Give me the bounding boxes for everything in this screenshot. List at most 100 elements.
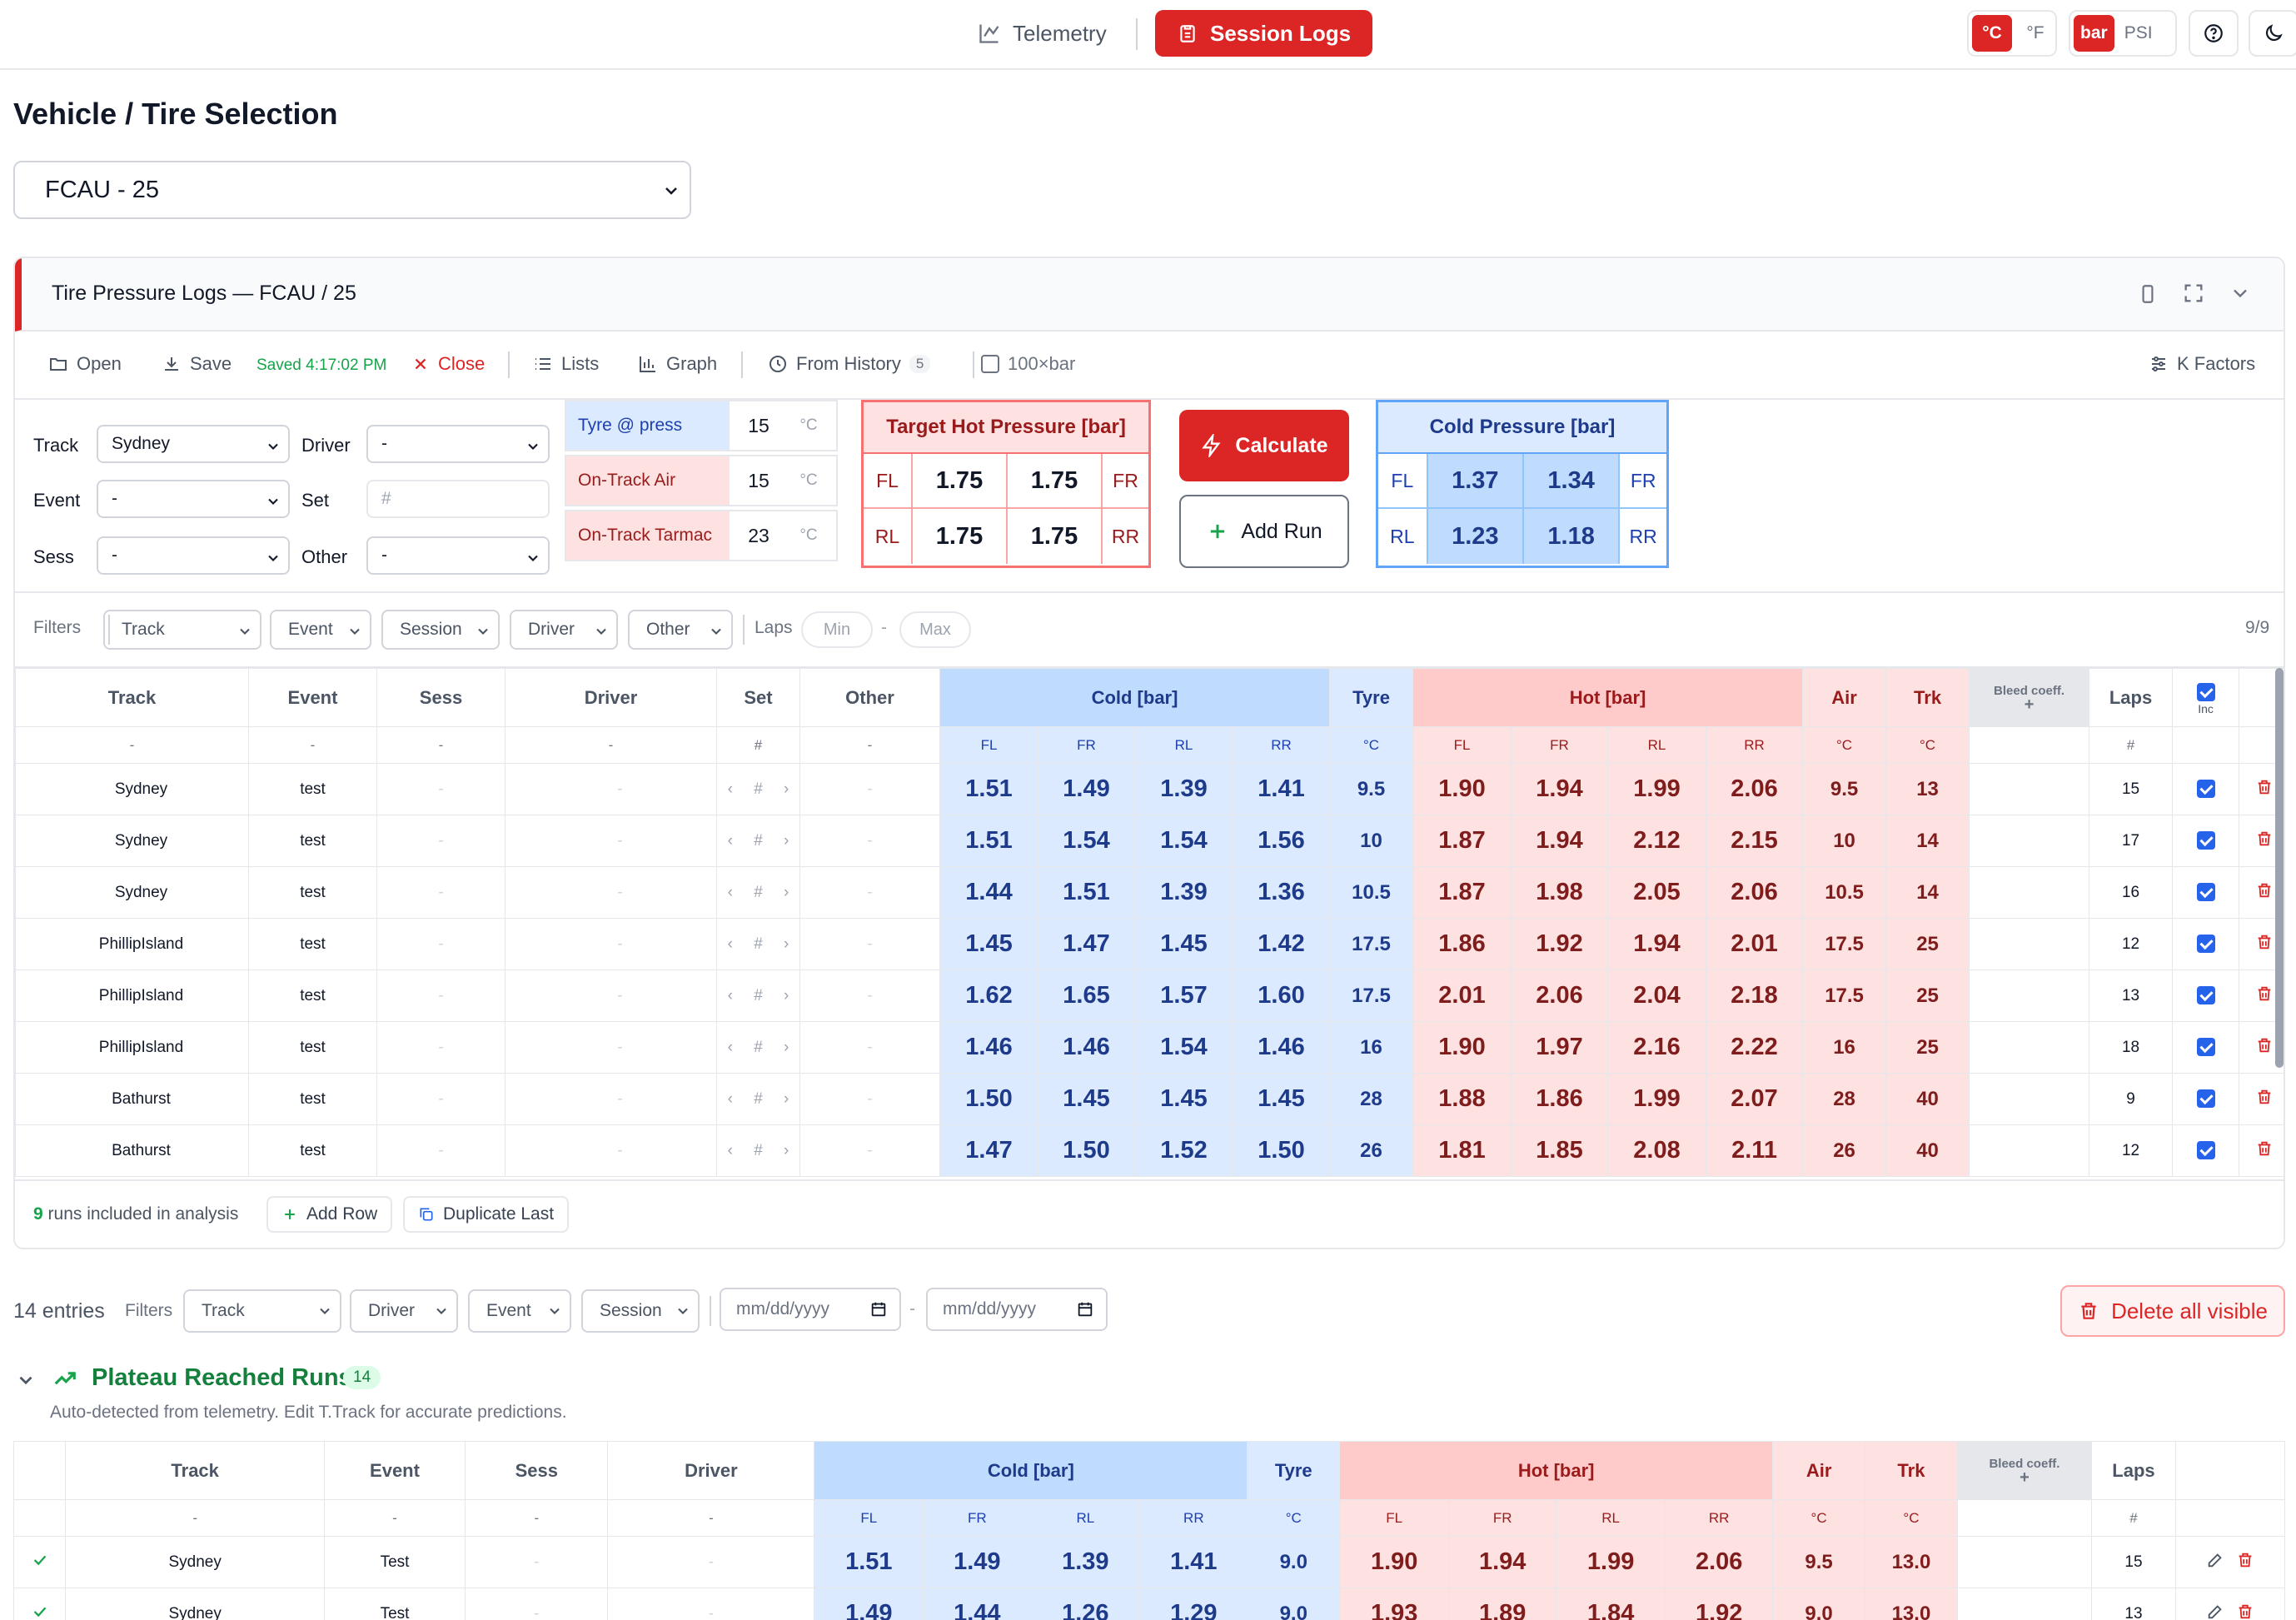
trash-icon[interactable]: [2255, 1036, 2274, 1054]
filter-driver-select[interactable]: Driver: [510, 610, 618, 650]
on-track-air-field[interactable]: On-Track Air 15 °C: [565, 455, 838, 506]
cell-cold-fl[interactable]: 1.50: [939, 1073, 1038, 1125]
cell-hot-rl[interactable]: 2.08: [1607, 1124, 1707, 1177]
cell-hot-rr[interactable]: 2.11: [1706, 1124, 1804, 1177]
cell-bleed[interactable]: [1969, 866, 2090, 919]
cell-hot-fr[interactable]: 1.86: [1511, 1073, 1609, 1125]
col-driver[interactable]: Driver: [505, 668, 717, 727]
from-history-button[interactable]: From History 5: [768, 353, 931, 375]
col-event[interactable]: Event: [248, 668, 377, 727]
cell-tyre[interactable]: 17.5: [1329, 970, 1414, 1022]
cell-trk[interactable]: 25: [1885, 918, 1970, 970]
plateau-col-bleed[interactable]: Bleed coeff. +: [1956, 1441, 2093, 1500]
mobile-view-icon[interactable]: [2137, 282, 2159, 307]
cell-hot-rl[interactable]: 2.05: [1607, 866, 1707, 919]
cell-event[interactable]: test: [248, 1073, 377, 1125]
close-button[interactable]: Close: [411, 353, 485, 375]
cell-cold-rr[interactable]: 1.41: [1232, 763, 1331, 815]
cell-tyre[interactable]: 16: [1329, 1021, 1414, 1074]
cell-air[interactable]: 10.5: [1802, 866, 1887, 919]
tab-telemetry[interactable]: Telemetry: [956, 10, 1128, 57]
cell-include[interactable]: [2172, 1124, 2240, 1177]
chevron-left-icon[interactable]: ‹: [728, 1039, 733, 1057]
col-laps[interactable]: Laps: [2089, 668, 2174, 727]
cell-track[interactable]: Bathurst: [15, 1124, 249, 1177]
cell-tyre[interactable]: 17.5: [1329, 918, 1414, 970]
chevron-right-icon[interactable]: ›: [784, 780, 789, 799]
cell-cold-rl[interactable]: 1.57: [1134, 970, 1233, 1022]
k-factors-button[interactable]: K Factors: [2149, 353, 2255, 375]
chevron-left-icon[interactable]: ‹: [728, 832, 733, 850]
cell-tyre[interactable]: 26: [1329, 1124, 1414, 1177]
on-track-air-value[interactable]: 15: [730, 470, 788, 492]
cell-hot-rl[interactable]: 1.94: [1607, 918, 1707, 970]
cell-hot-fl[interactable]: 1.90: [1412, 763, 1512, 815]
expand-icon[interactable]: [2182, 282, 2205, 305]
trash-icon[interactable]: [2236, 1603, 2254, 1620]
set-value[interactable]: #: [754, 1039, 763, 1057]
table-row[interactable]: PhillipIsland test - - ‹ # › -1.62 1.65 1.57 1.60 1…: [15, 970, 2284, 1022]
cell-driver[interactable]: -: [505, 763, 717, 815]
cell-air[interactable]: 17.5: [1802, 918, 1887, 970]
cell-track[interactable]: PhillipIsland: [15, 918, 249, 970]
cell-driver[interactable]: -: [505, 1021, 717, 1074]
cell-hot-fr[interactable]: 2.06: [1511, 970, 1609, 1022]
set-value[interactable]: #: [754, 1142, 763, 1160]
cell-hot-rr[interactable]: 2.06: [1706, 866, 1804, 919]
set-value[interactable]: #: [754, 884, 763, 902]
cell-cold-rl[interactable]: 1.39: [1134, 866, 1233, 919]
cell-trk[interactable]: 40: [1885, 1124, 1970, 1177]
cell-track[interactable]: Sydney: [15, 815, 249, 867]
set-value[interactable]: #: [754, 987, 763, 1005]
cell-air[interactable]: 28: [1802, 1073, 1887, 1125]
cell-cold-rr[interactable]: 1.46: [1232, 1021, 1331, 1074]
cell-cold-rr[interactable]: 1.45: [1232, 1073, 1331, 1125]
other-select[interactable]: -: [366, 536, 550, 575]
cell-cold-fl[interactable]: 1.51: [939, 763, 1038, 815]
cell-hot-rl[interactable]: 2.12: [1607, 815, 1707, 867]
trash-icon[interactable]: [2255, 984, 2274, 1003]
cell-laps[interactable]: 17: [2089, 815, 2174, 867]
cell-set[interactable]: ‹ # ›: [716, 815, 800, 867]
cell-other[interactable]: -: [799, 763, 940, 815]
target-rl-input[interactable]: 1.75: [910, 509, 1006, 564]
table-row[interactable]: Bathurst test - - ‹ # › -1.47 1.50 1.52 1.50 26 1.81…: [15, 1124, 2284, 1177]
cell-cold-fr[interactable]: 1.49: [1038, 763, 1135, 815]
cell-track[interactable]: PhillipIsland: [15, 1021, 249, 1074]
trash-icon[interactable]: [2236, 1551, 2254, 1569]
set-value[interactable]: #: [754, 935, 763, 954]
cell-air[interactable]: 9.5: [1802, 763, 1887, 815]
cell-other[interactable]: -: [799, 918, 940, 970]
filter-track-select[interactable]: Track: [103, 610, 261, 650]
chevron-right-icon[interactable]: ›: [784, 987, 789, 1005]
cell-sess[interactable]: -: [376, 1073, 506, 1125]
target-rr-input[interactable]: 1.75: [1005, 509, 1101, 564]
cell-cold-fl[interactable]: 1.47: [939, 1124, 1038, 1177]
cell-include[interactable]: [2172, 918, 2240, 970]
cell-include[interactable]: [2172, 970, 2240, 1022]
cell-other[interactable]: -: [799, 1124, 940, 1177]
cell-hot-fr[interactable]: 1.85: [1511, 1124, 1609, 1177]
cell-hot-fl[interactable]: 1.81: [1412, 1124, 1512, 1177]
cell-driver[interactable]: -: [505, 1124, 717, 1177]
cell-event[interactable]: test: [248, 918, 377, 970]
trash-icon[interactable]: [2255, 881, 2274, 900]
cell-driver[interactable]: -: [505, 815, 717, 867]
trash-icon[interactable]: [2255, 1088, 2274, 1106]
bleed-add-icon[interactable]: +: [1970, 696, 2089, 713]
edit-pencil-icon[interactable]: [2206, 1551, 2224, 1569]
cell-event[interactable]: test: [248, 1021, 377, 1074]
chevron-left-icon[interactable]: ‹: [728, 1090, 733, 1109]
include-checkbox[interactable]: [2196, 1141, 2215, 1160]
col-inc[interactable]: Inc: [2172, 668, 2240, 727]
cell-hot-rr[interactable]: 2.01: [1706, 918, 1804, 970]
add-row-button[interactable]: Add Row: [266, 1196, 393, 1233]
plateau-row[interactable]: Sydney Test - -1.49 1.44 1.26 1.29 9.0 1.93 1.89 1…: [12, 1588, 2286, 1620]
cell-hot-rr[interactable]: 2.22: [1706, 1021, 1804, 1074]
bar100-toggle[interactable]: 100×bar: [981, 353, 1075, 375]
cell-sess[interactable]: -: [376, 815, 506, 867]
cell-track[interactable]: Bathurst: [15, 1073, 249, 1125]
chevron-left-icon[interactable]: ‹: [728, 884, 733, 902]
cell-include[interactable]: [2172, 1073, 2240, 1125]
include-checkbox[interactable]: [2196, 1089, 2215, 1109]
